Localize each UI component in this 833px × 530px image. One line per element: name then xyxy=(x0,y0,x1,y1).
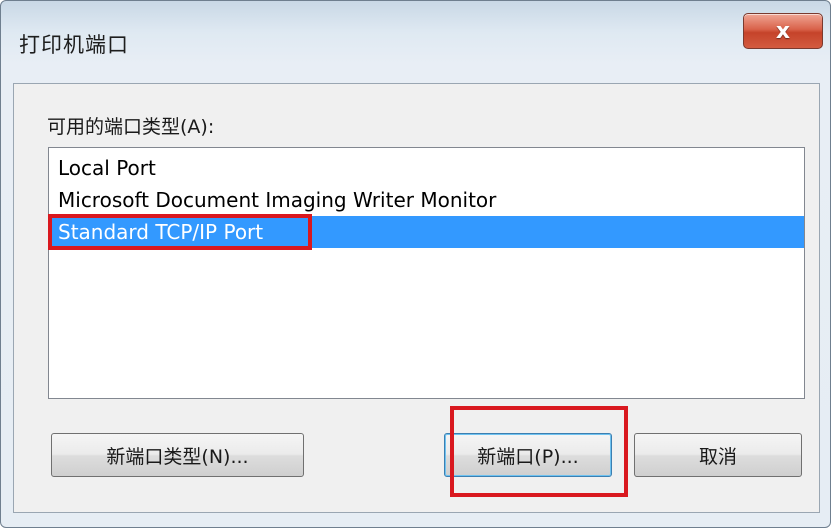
annotation-highlight-new-port-button xyxy=(450,406,628,497)
available-port-types-label: 可用的端口类型(A): xyxy=(47,116,215,138)
cancel-button[interactable]: 取消 xyxy=(634,433,802,477)
list-item-document-imaging-writer[interactable]: Microsoft Document Imaging Writer Monito… xyxy=(49,184,804,216)
title-bar[interactable]: 打印机端口 x xyxy=(1,1,830,83)
close-button[interactable]: x xyxy=(743,13,823,49)
list-item-local-port[interactable]: Local Port xyxy=(49,152,804,184)
port-types-listbox[interactable]: Local Port Microsoft Document Imaging Wr… xyxy=(48,147,805,399)
close-icon: x xyxy=(775,18,791,44)
annotation-highlight-selected-item xyxy=(48,214,312,250)
dialog-body: 可用的端口类型(A): Local Port Microsoft Documen… xyxy=(13,83,820,513)
dialog-title: 打印机端口 xyxy=(19,33,129,57)
new-port-type-button[interactable]: 新端口类型(N)... xyxy=(51,433,304,477)
printer-ports-dialog: 打印机端口 x 可用的端口类型(A): Local Port Microsoft… xyxy=(0,0,831,528)
